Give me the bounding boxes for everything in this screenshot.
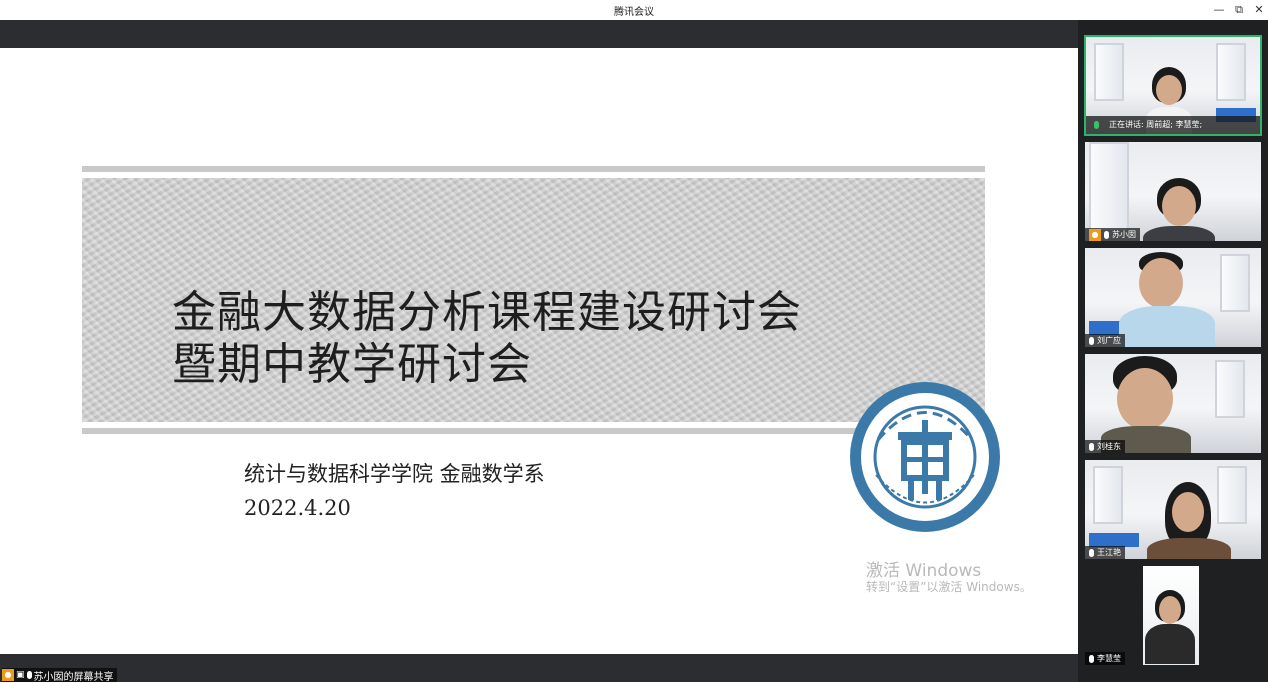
screen-share-area: 金融大数据分析课程建设研讨会 暨期中教学研讨会 统计与数据科学学院 金融数学系 … xyxy=(0,20,1078,683)
close-button[interactable]: ✕ xyxy=(1250,2,1268,18)
participant-tile-speaking[interactable]: 正在讲话: 周前超; 李慧莹; xyxy=(1084,35,1262,136)
host-user-icon: ● xyxy=(2,669,14,681)
participant-tile[interactable]: 刘广应 xyxy=(1084,247,1262,348)
participant-name: 刘桂东 xyxy=(1097,442,1121,451)
slide-department: 统计与数据科学学院 金融数学系 xyxy=(244,462,545,486)
participant-tile[interactable]: 王江艳 xyxy=(1084,459,1262,560)
participant-name: 苏小囡 xyxy=(1112,230,1136,239)
share-top-bar xyxy=(0,20,1078,48)
participant-name: 李慧莹 xyxy=(1097,654,1121,663)
participant-name-tag: 刘广应 xyxy=(1085,334,1125,347)
mic-icon xyxy=(26,671,32,679)
participant-name-tag: 李慧莹 xyxy=(1085,652,1125,665)
participant-name-tag: 王江艳 xyxy=(1085,546,1125,559)
share-status-text: 苏小囡的屏幕共享 xyxy=(33,671,114,683)
presentation-slide: 金融大数据分析课程建设研讨会 暨期中教学研讨会 统计与数据科学学院 金融数学系 … xyxy=(0,48,1078,654)
host-icon: ● xyxy=(1089,228,1101,241)
speaking-label: 正在讲话: 周前超; 李慧莹; xyxy=(1109,120,1203,129)
participant-name: 王江艳 xyxy=(1097,548,1121,557)
share-bottom-bar: ● ▣ 苏小囡的屏幕共享 xyxy=(0,654,1078,683)
participant-tile[interactable]: ● 苏小囡 xyxy=(1084,141,1262,242)
restore-button[interactable]: ⧉ xyxy=(1230,2,1248,18)
slide-title-line2: 暨期中教学研讨会 xyxy=(172,339,532,390)
slide-date: 2022.4.20 xyxy=(244,496,351,520)
participant-gallery: 正在讲话: 周前超; 李慧莹; ● 苏小囡 刘广应 刘桂东 王江艳 李慧莹 xyxy=(1078,20,1268,682)
mic-icon xyxy=(1089,336,1094,345)
participant-tile[interactable]: 李慧莹 xyxy=(1084,565,1262,666)
mic-icon xyxy=(1089,654,1094,663)
windows-activation-hint: 转到“设置”以激活 Windows。 xyxy=(866,580,1032,594)
share-status-label[interactable]: ● ▣ 苏小囡的屏幕共享 xyxy=(2,668,117,683)
minimize-button[interactable]: — xyxy=(1210,2,1228,18)
speaking-indicator: 正在讲话: 周前超; 李慧莹; xyxy=(1086,116,1260,134)
mic-muted-icon xyxy=(1089,442,1094,451)
app-title: 腾讯会议 xyxy=(614,7,654,18)
mic-muted-icon xyxy=(1089,548,1094,557)
university-seal-logo xyxy=(850,382,1000,532)
screen-share-icon: ▣ xyxy=(16,670,25,680)
banner-top-rule xyxy=(82,166,985,172)
mic-active-icon xyxy=(1094,121,1099,129)
app-titlebar: 腾讯会议 — ⧉ ✕ xyxy=(0,0,1268,20)
participant-name-tag: 刘桂东 xyxy=(1085,440,1125,453)
participant-tile[interactable]: 刘桂东 xyxy=(1084,353,1262,454)
participant-name: 刘广应 xyxy=(1097,336,1121,345)
participant-name-tag: ● 苏小囡 xyxy=(1085,228,1140,241)
mic-icon xyxy=(1104,230,1109,239)
